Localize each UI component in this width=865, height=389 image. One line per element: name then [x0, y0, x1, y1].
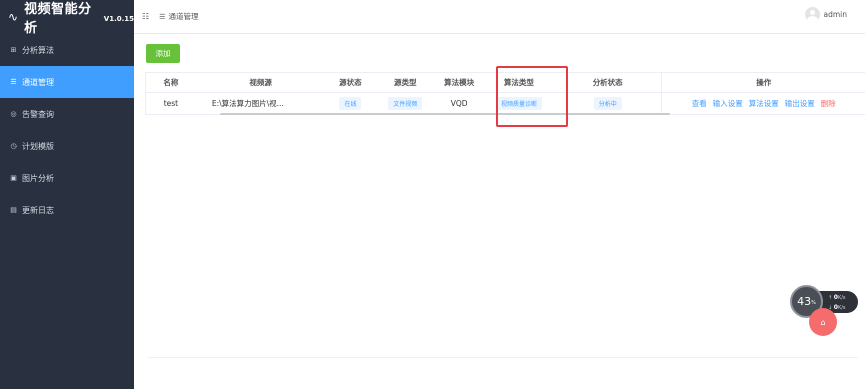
app-version: V1.0.15 [103, 15, 134, 23]
document-icon: ▤ [10, 206, 17, 214]
cell-source-type: 文件视频 [375, 93, 435, 114]
status-badge: 在线 [339, 97, 362, 110]
column-header-source-type: 源类型 [394, 78, 417, 87]
divider [148, 357, 858, 358]
sidebar-item-label: 图片分析 [22, 173, 54, 183]
sidebar-item-image-analysis[interactable]: ▣ 图片分析 [0, 162, 134, 194]
cell-actions: 查看 输入设置 算法设置 输出设置 删除 [660, 93, 865, 114]
source-type-badge: 文件视频 [388, 97, 423, 110]
input-settings-link[interactable]: 输入设置 [713, 98, 743, 109]
column-header-name: 名称 [163, 78, 179, 87]
column-header-algo-module: 算法模块 [444, 78, 475, 87]
cell-source: E:\算法算力图片\视... [211, 99, 284, 108]
horizontal-scrollbar[interactable] [220, 113, 670, 115]
usage-percent: 43 [797, 295, 812, 308]
grid-icon: ⊞ [10, 46, 17, 54]
sidebar-item-label: 更新日志 [22, 205, 54, 215]
user-name[interactable]: admin [824, 10, 848, 19]
row-actions: 查看 输入设置 算法设置 输出设置 删除 [692, 98, 836, 109]
breadcrumb: ☰ 通道管理 [159, 11, 198, 22]
analysis-status-badge: 分析中 [593, 97, 622, 110]
bell-icon: ◎ [10, 110, 17, 118]
sidebar-item-channels[interactable]: ☰ 通道管理 [0, 66, 134, 98]
column-header-source: 视频源 [249, 78, 272, 87]
breadcrumb-current: 通道管理 [168, 12, 199, 21]
avatar[interactable] [804, 7, 820, 22]
sidebar-item-algorithms[interactable]: ⊞ 分析算法 [0, 34, 134, 66]
sidebar-item-label: 计划模版 [22, 141, 54, 151]
list-icon: ☰ [10, 78, 17, 86]
image-icon: ▣ [10, 174, 17, 182]
cell-name: test [163, 99, 179, 108]
rocket-icon: ⌂ [820, 317, 826, 327]
view-link[interactable]: 查看 [692, 98, 707, 109]
sidebar-item-schedules[interactable]: ◷ 计划模版 [0, 130, 134, 162]
column-header-source-status: 源状态 [339, 78, 362, 87]
menu-toggle-icon[interactable]: ☷ [142, 12, 149, 21]
column-header-analysis-status: 分析状态 [592, 78, 623, 87]
algo-settings-link[interactable]: 算法设置 [749, 98, 779, 109]
cell-source-status: 在线 [326, 93, 376, 114]
highlight-box [496, 66, 568, 127]
floating-action-button[interactable]: ⌂ [809, 308, 837, 336]
cell-analysis-status: 分析中 [555, 93, 661, 114]
user-menu[interactable]: admin [804, 7, 848, 22]
sidebar-item-changelog[interactable]: ▤ 更新日志 [0, 194, 134, 226]
download-unit: K/s [837, 305, 846, 311]
sidebar: ∿ 视频智能分析 V1.0.15 ⊞ 分析算法 ☰ 通道管理 ◎ 告警查询 ◷ … [0, 0, 134, 389]
pulse-icon: ∿ [8, 10, 19, 24]
top-header: ☷ ☰ 通道管理 admin [134, 0, 865, 34]
column-header-actions: 操作 [660, 73, 865, 92]
cell-algo-module: VQD [450, 99, 468, 108]
delete-link[interactable]: 删除 [821, 98, 836, 109]
sidebar-item-label: 分析算法 [22, 45, 54, 55]
usage-unit: % [811, 300, 816, 306]
list-icon: ☰ [159, 12, 166, 21]
sidebar-item-label: 告警查询 [22, 109, 54, 119]
upload-unit: K/s [837, 295, 846, 301]
add-button[interactable]: 添加 [146, 44, 180, 63]
sidebar-item-label: 通道管理 [22, 77, 54, 87]
app-title: 视频智能分析 [24, 2, 92, 36]
app-logo[interactable]: ∿ 视频智能分析 V1.0.15 [0, 0, 134, 36]
upload-speed: ↑ 0K/s [828, 294, 846, 301]
sidebar-item-alarms[interactable]: ◎ 告警查询 [0, 98, 134, 130]
clock-icon: ◷ [10, 142, 17, 150]
output-settings-link[interactable]: 输出设置 [785, 98, 815, 109]
main-content: 添加 名称 视频源 源状态 源类型 算法模块 算法类型 分析状态 操作 test… [134, 34, 865, 389]
